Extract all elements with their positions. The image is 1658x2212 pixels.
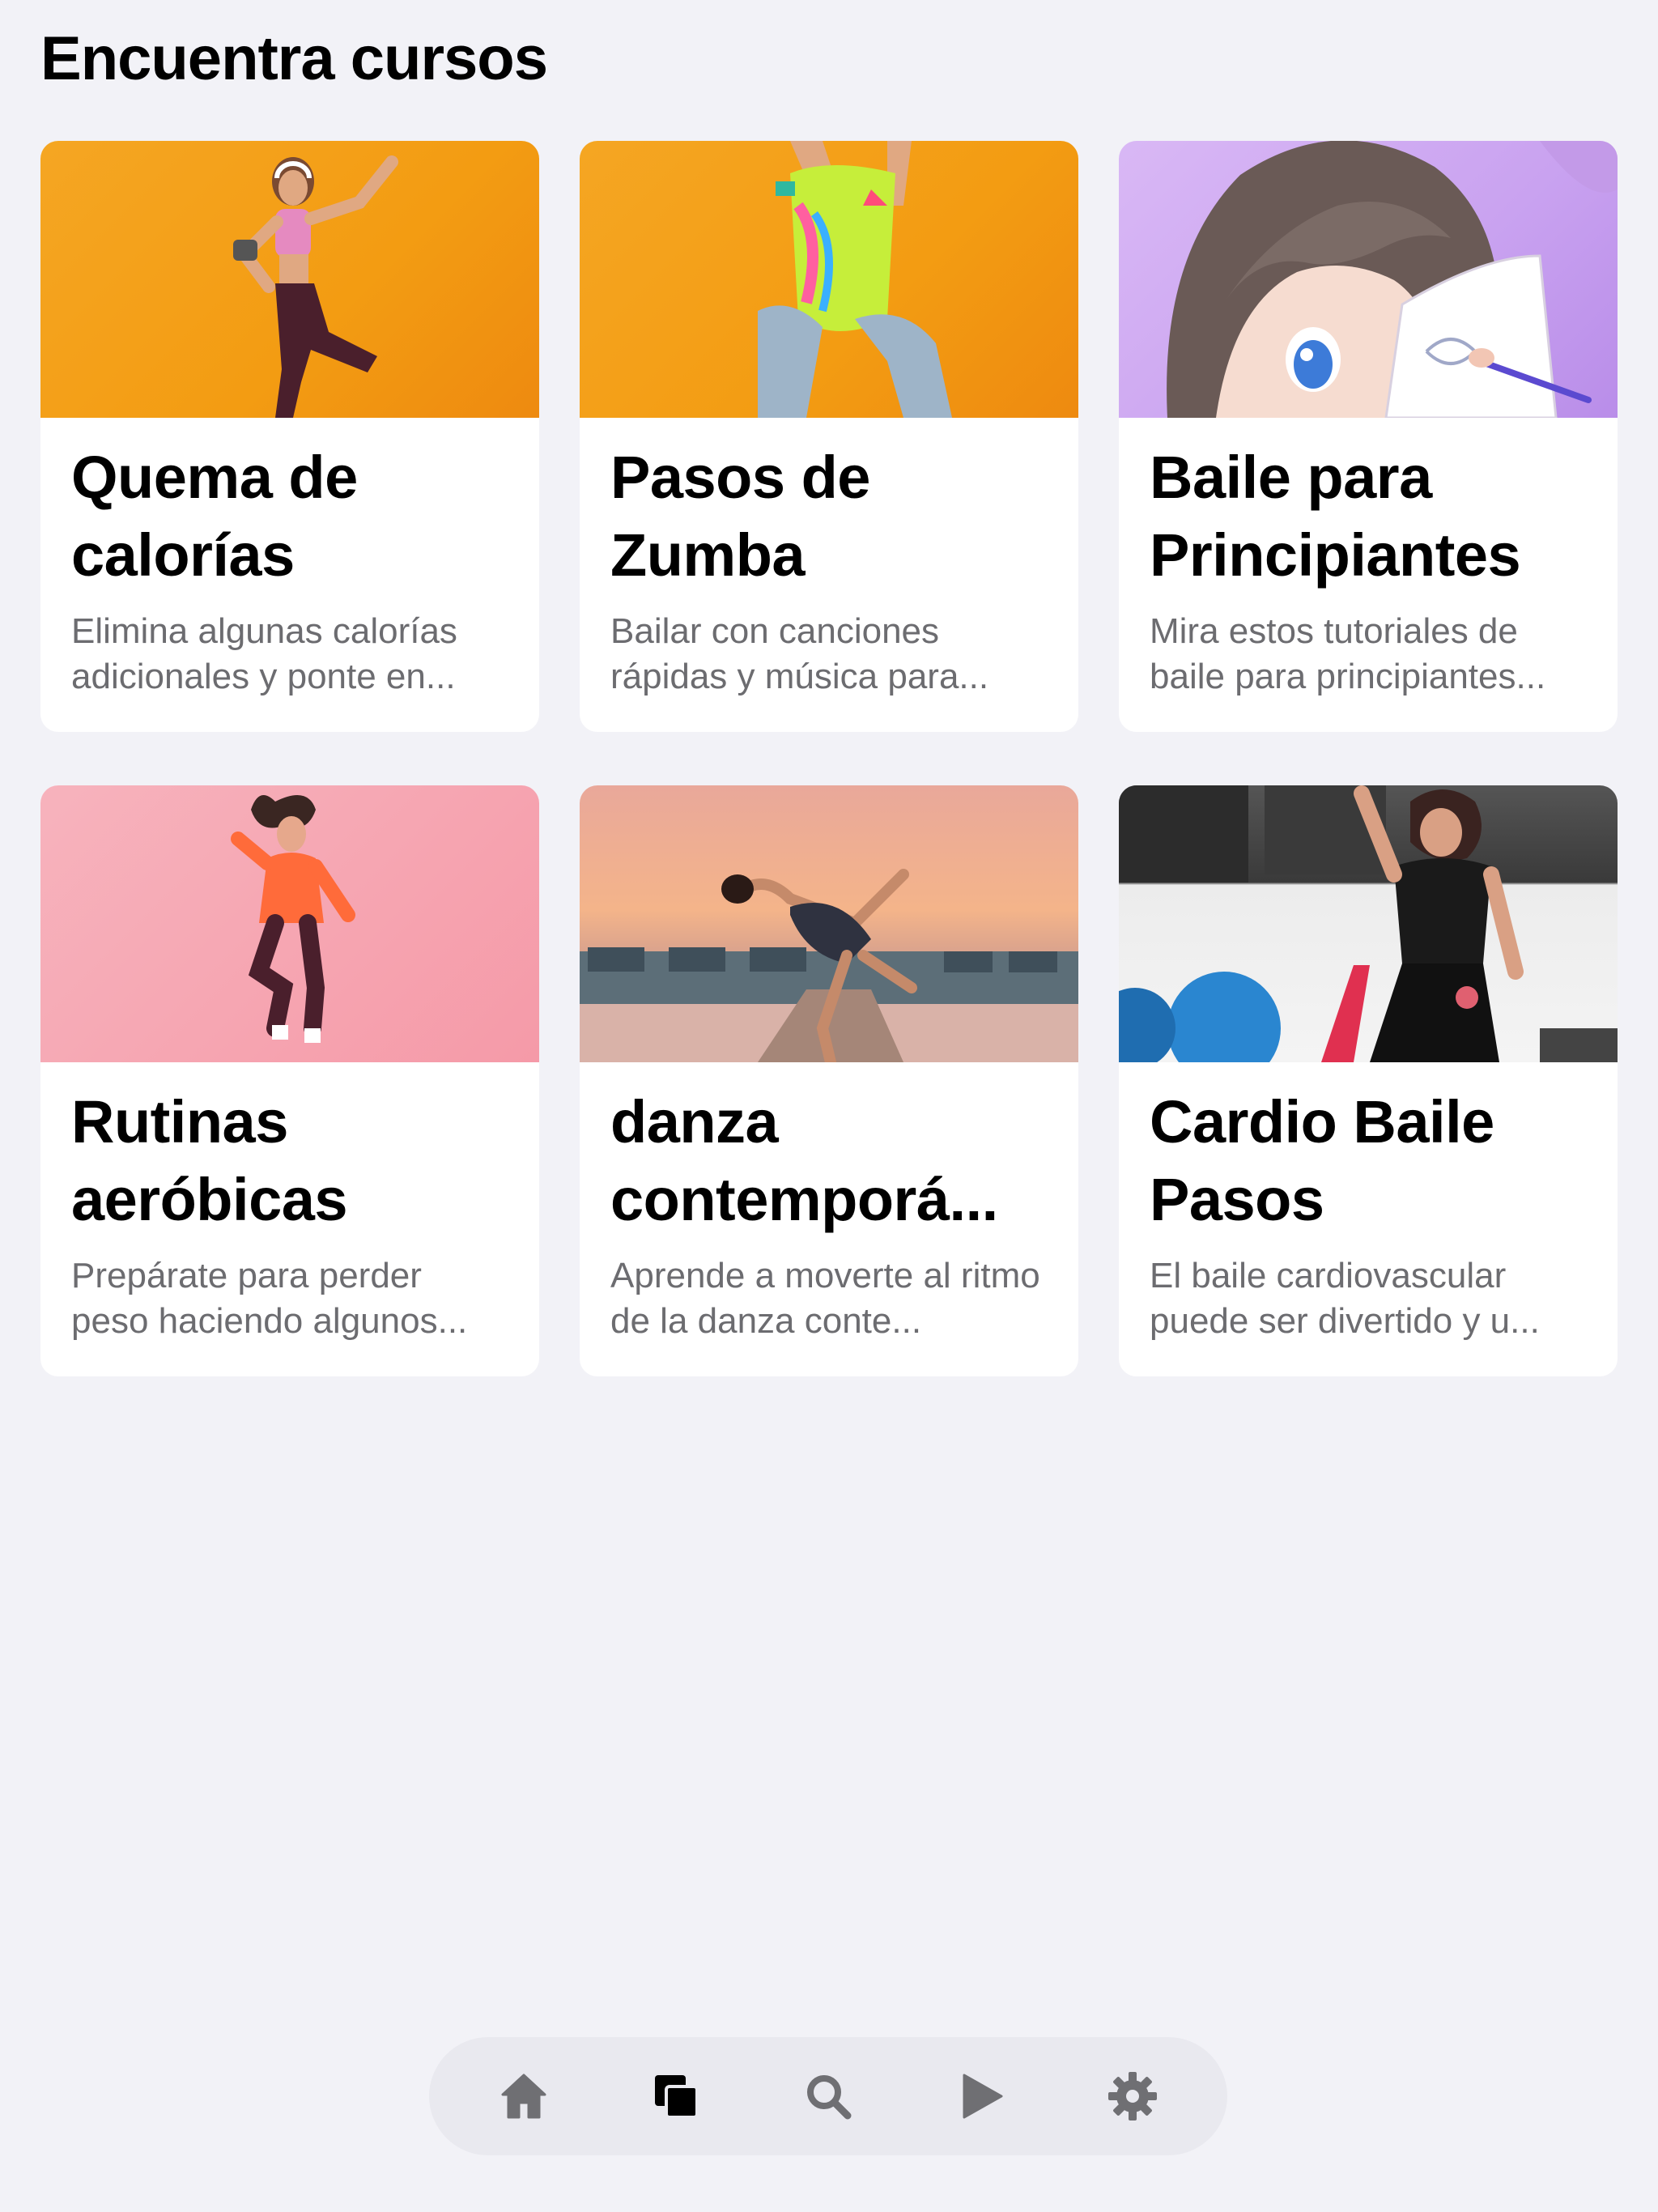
course-thumbnail xyxy=(40,785,539,1062)
course-card-beginner-dance[interactable]: Baile para Principiantes Mira estos tuto… xyxy=(1119,141,1618,732)
tab-settings[interactable] xyxy=(1105,2069,1160,2124)
course-title: danza contemporá... xyxy=(610,1088,998,1233)
gear-icon xyxy=(1108,2072,1157,2121)
tab-play[interactable] xyxy=(953,2069,1008,2124)
house-icon xyxy=(501,2074,546,2119)
course-description: Elimina algunas calorías adicionales y p… xyxy=(71,611,457,696)
courses-icon xyxy=(655,2075,699,2119)
search-icon xyxy=(807,2075,852,2120)
tab-search[interactable] xyxy=(801,2069,856,2124)
course-card-calorie-burn[interactable]: Quema de calorías Elimina algunas calorí… xyxy=(40,141,539,732)
course-title: Baile para Principiantes xyxy=(1150,444,1521,589)
course-thumbnail xyxy=(580,785,1078,1062)
tab-courses[interactable] xyxy=(648,2069,704,2124)
course-thumbnail xyxy=(1119,785,1618,1062)
course-title: Quema de calorías xyxy=(71,444,358,589)
course-thumbnail xyxy=(40,141,539,418)
course-grid: Quema de calorías Elimina algunas calorí… xyxy=(40,141,1618,1376)
course-card-cardio-dance-steps[interactable]: Cardio Baile Pasos El baile cardiovascul… xyxy=(1119,785,1618,1376)
tab-home[interactable] xyxy=(496,2069,551,2124)
course-description: Aprende a moverte al ritmo de la danza c… xyxy=(610,1256,1040,1341)
course-card-aerobic-routines[interactable]: Rutinas aeróbicas Prepárate para perder … xyxy=(40,785,539,1376)
course-title: Cardio Baile Pasos xyxy=(1150,1088,1494,1233)
course-title: Rutinas aeróbicas xyxy=(71,1088,348,1233)
course-card-zumba-steps[interactable]: Pasos de Zumba Bailar con canciones rápi… xyxy=(580,141,1078,732)
course-description: El baile cardiovascular puede ser divert… xyxy=(1150,1256,1540,1341)
tab-bar xyxy=(429,2037,1227,2155)
course-thumbnail xyxy=(1119,141,1618,418)
play-icon xyxy=(963,2074,1003,2119)
page-title: Encuentra cursos xyxy=(40,24,548,93)
course-description: Mira estos tutoriales de baile para prin… xyxy=(1150,611,1546,696)
course-description: Bailar con canciones rápidas y música pa… xyxy=(610,611,989,696)
course-card-contemporary-dance[interactable]: danza contemporá... Aprende a moverte al… xyxy=(580,785,1078,1376)
course-title: Pasos de Zumba xyxy=(610,444,870,589)
course-description: Prepárate para perder peso haciendo algu… xyxy=(71,1256,468,1341)
course-thumbnail xyxy=(580,141,1078,418)
